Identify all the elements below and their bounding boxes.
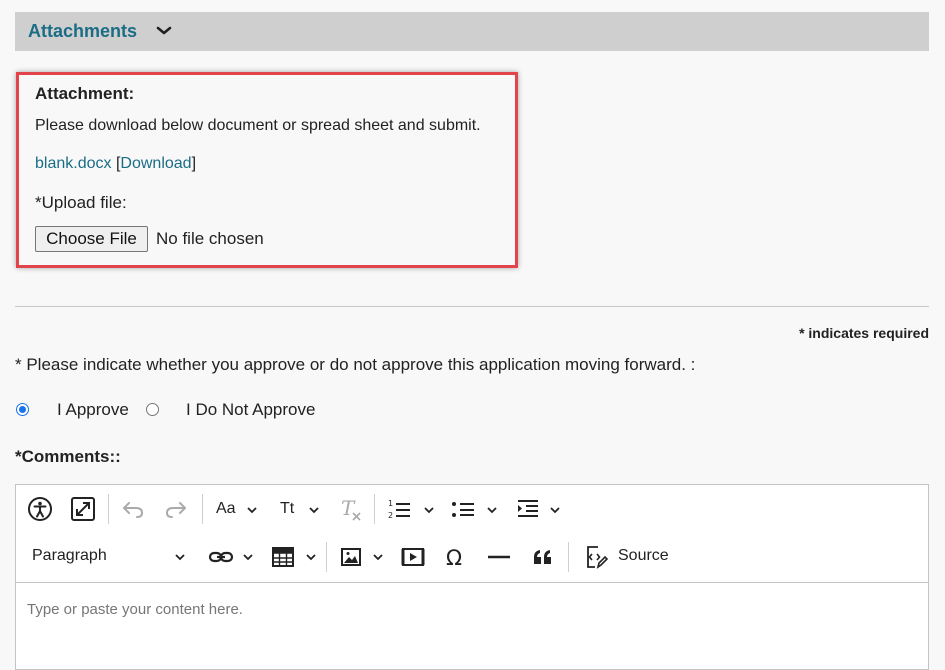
editor-content-area[interactable]: Type or paste your content here. [27, 601, 243, 618]
chevron-down-icon[interactable] [423, 504, 435, 516]
do-not-approve-radio-label[interactable]: I Do Not Approve [186, 400, 315, 420]
toolbar-separator [326, 542, 327, 572]
upload-file-label: *Upload file: [35, 193, 127, 212]
approve-radio-label[interactable]: I Approve [57, 400, 129, 420]
numbered-list-icon[interactable]: 12 [384, 494, 414, 524]
toolbar-separator [374, 494, 375, 524]
fullscreen-icon[interactable] [68, 494, 98, 524]
bulleted-list-icon[interactable] [448, 494, 478, 524]
chevron-down-icon[interactable] [242, 551, 254, 563]
file-link[interactable]: blank.docx [35, 155, 112, 172]
svg-text:1: 1 [388, 499, 393, 508]
toolbar-divider [16, 582, 928, 583]
attachment-label: Attachment: [35, 84, 135, 103]
approval-question: * Please indicate whether you approve or… [15, 355, 696, 374]
chevron-down-icon[interactable] [305, 551, 317, 563]
divider [15, 306, 929, 307]
image-icon[interactable] [336, 542, 366, 572]
source-button-label[interactable]: Source [618, 547, 669, 565]
download-link[interactable]: Download [120, 155, 191, 172]
block-quote-icon[interactable] [528, 542, 558, 572]
chevron-down-icon[interactable] [308, 504, 320, 516]
comments-label: *Comments:: [15, 447, 121, 466]
chevron-down-icon[interactable] [486, 504, 498, 516]
source-editing-icon[interactable] [581, 542, 611, 572]
svg-text:Ω: Ω [446, 546, 462, 570]
no-file-text: No file chosen [156, 229, 264, 248]
font-size-dropdown[interactable]: Aa [216, 500, 236, 518]
toolbar-separator [108, 494, 109, 524]
section-title: Attachments [28, 21, 138, 41]
chevron-down-icon[interactable] [372, 551, 384, 563]
svg-text:2: 2 [388, 511, 393, 520]
toolbar-separator [202, 494, 203, 524]
chevron-down-icon[interactable] [246, 504, 258, 516]
table-icon[interactable] [268, 542, 298, 572]
chevron-down-icon[interactable] [156, 24, 172, 38]
text-transform-dropdown[interactable]: Tt [280, 500, 294, 518]
svg-text:T: T [341, 496, 356, 520]
chevron-down-icon[interactable] [549, 504, 561, 516]
undo-icon[interactable] [118, 494, 148, 524]
remove-format-icon[interactable]: T [336, 494, 366, 524]
media-embed-icon[interactable] [398, 542, 428, 572]
chevron-down-icon[interactable] [174, 551, 186, 563]
required-note: * indicates required [799, 325, 929, 341]
indent-icon[interactable] [512, 494, 542, 524]
paragraph-format-dropdown[interactable]: Paragraph [32, 547, 107, 565]
link-icon[interactable] [206, 542, 236, 572]
attachments-accordion-header[interactable]: Attachments [15, 12, 929, 51]
horizontal-line-icon[interactable] [484, 542, 514, 572]
redo-icon[interactable] [161, 494, 191, 524]
attachment-links: blank.docx [Download] [35, 155, 196, 173]
accessibility-icon[interactable] [25, 494, 55, 524]
do-not-approve-radio[interactable] [146, 403, 159, 416]
bracket-close: ] [191, 155, 197, 172]
choose-file-button[interactable]: Choose File [35, 226, 148, 252]
special-characters-icon[interactable]: Ω [441, 542, 471, 572]
toolbar-separator [568, 542, 569, 572]
approve-radio[interactable] [16, 403, 29, 416]
attachment-description: Please download below document or spread… [35, 117, 481, 134]
